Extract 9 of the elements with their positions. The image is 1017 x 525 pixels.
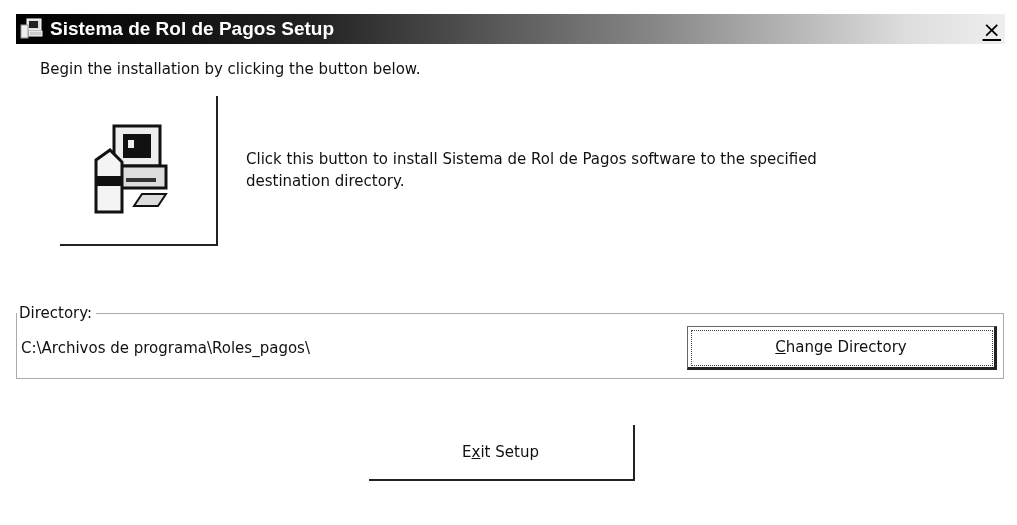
- change-directory-button[interactable]: Change Directory: [687, 326, 997, 370]
- window-title: Sistema de Rol de Pagos Setup: [50, 18, 336, 40]
- instruction-text: Begin the installation by clicking the button below.: [40, 60, 422, 78]
- exit-setup-button[interactable]: Exit Setup: [368, 425, 635, 481]
- directory-path: C:\Archivos de programa\Roles_pagos\: [21, 339, 310, 357]
- group-label: Directory:: [18, 304, 94, 322]
- install-description: Click this button to install Sistema de Rol de Pagos software to the specified destination directory.: [246, 149, 818, 192]
- computer-icon: [20, 18, 44, 40]
- close-button[interactable]: ×: [978, 16, 1005, 42]
